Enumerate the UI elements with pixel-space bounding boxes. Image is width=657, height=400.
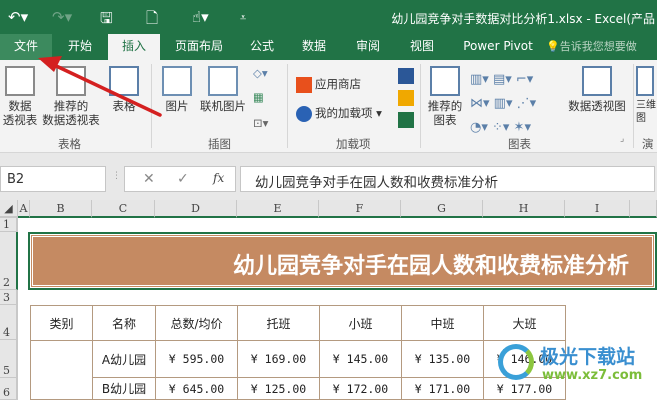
annotation-arrow: [38, 56, 162, 117]
